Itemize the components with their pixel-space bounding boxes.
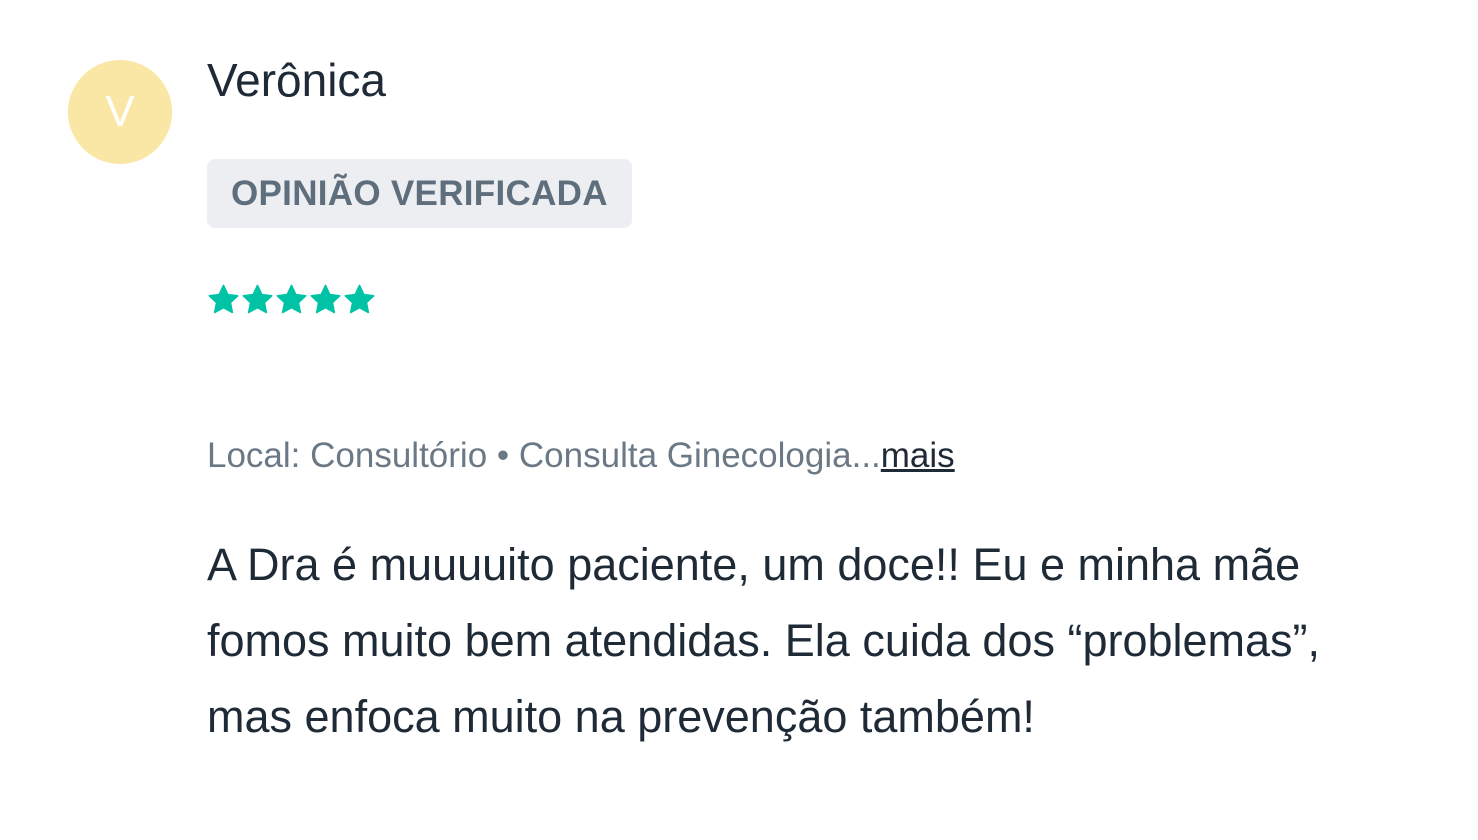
star-rating [207,283,376,316]
star-icon [310,284,341,314]
review-comment: A Dra é muuuuito paciente, um doce!! Eu … [207,539,1321,742]
star-icon [344,284,375,314]
visit-service: Consulta Ginecologia... [518,436,881,475]
separator-dot: • [496,436,510,475]
verified-badge-label: OPINIÃO VERIFICADA [231,173,608,213]
author-name: Verônica [207,54,387,106]
avatar: V [68,60,172,164]
visit-details: Local: Consultório • Consulta Ginecologi… [207,433,955,479]
review-card: V Verônica OPINIÃO VERIFICADA Local: Con… [0,0,1478,840]
star-icon [242,284,273,314]
avatar-initial: V [105,87,135,136]
visit-location: Local: Consultório [207,436,488,475]
more-link[interactable]: mais [881,436,955,475]
star-icon [276,284,307,314]
star-icon [208,284,239,314]
verified-badge: OPINIÃO VERIFICADA [207,159,632,228]
